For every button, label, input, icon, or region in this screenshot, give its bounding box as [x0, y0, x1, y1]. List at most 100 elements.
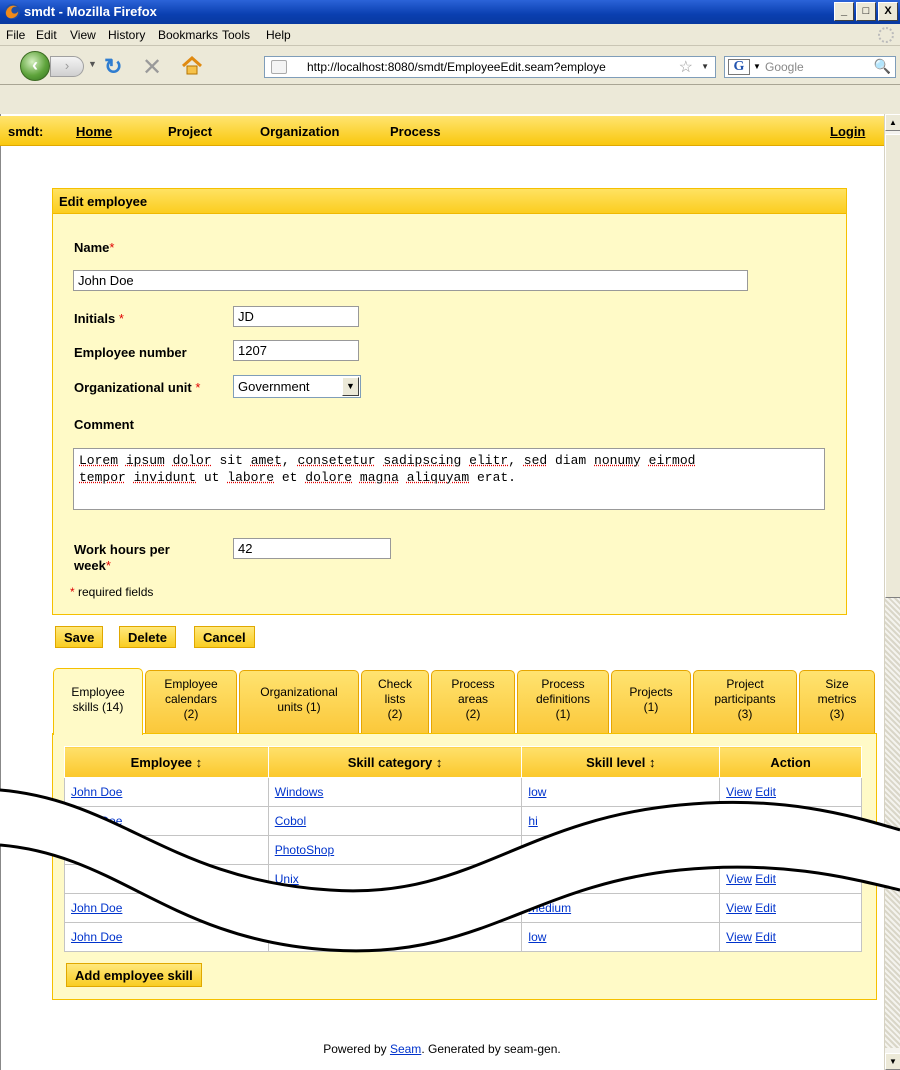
comment-line-1: Lorem ipsum dolor sit amet, consetetur s…	[79, 452, 819, 469]
app-navbar: smdt: Home Project Organization Process …	[0, 116, 884, 146]
url-dropdown-icon[interactable]: ▼	[701, 62, 709, 71]
page-footer: Powered by Seam. Generated by seam-gen.	[0, 1042, 884, 1056]
scroll-up-icon[interactable]: ▲	[885, 114, 900, 131]
view-link[interactable]: View	[726, 930, 752, 944]
nav-organization-link[interactable]: Organization	[260, 124, 339, 139]
tab-process-definitions[interactable]: Process definitions (1)	[517, 670, 609, 733]
minimize-button[interactable]: _	[834, 2, 854, 21]
login-link[interactable]: Login	[830, 124, 865, 139]
view-link[interactable]: View	[726, 843, 752, 857]
column-header-employee[interactable]: Employee ↕	[65, 747, 269, 778]
skill-level-link[interactable]: medium	[528, 901, 571, 915]
search-placeholder[interactable]: Google	[765, 60, 804, 74]
menu-bookmarks[interactable]: Bookmarks	[158, 28, 218, 42]
home-icon[interactable]	[180, 54, 204, 78]
org-unit-select[interactable]: Government ▼	[233, 375, 361, 398]
save-button[interactable]: Save	[55, 626, 103, 648]
skill-category-link[interactable]: PhotoShop	[275, 843, 334, 857]
history-dropdown-icon[interactable]: ▼	[88, 59, 97, 69]
view-link[interactable]: View	[726, 901, 752, 915]
skill-level-link[interactable]: hi	[528, 814, 537, 828]
tab-process-areas[interactable]: Process areas (2)	[431, 670, 515, 733]
tab-organizational-units[interactable]: Organizational units (1)	[239, 670, 359, 733]
column-header-skill-category[interactable]: Skill category ↕	[268, 747, 522, 778]
window-titlebar: smdt - Mozilla Firefox _ □ X	[0, 0, 900, 24]
tab-check-lists[interactable]: Check lists (2)	[361, 670, 429, 733]
nav-process-link[interactable]: Process	[390, 124, 441, 139]
address-bar[interactable]: http://localhost:8080/smdt/EmployeeEdit.…	[264, 56, 716, 78]
app-brand: smdt:	[8, 124, 43, 139]
skill-category-link[interactable]: Unix	[275, 872, 299, 886]
name-label: Name*	[74, 240, 114, 255]
maximize-button[interactable]: □	[856, 2, 876, 21]
site-identity-icon[interactable]	[271, 60, 287, 74]
tab-employee-calendars[interactable]: Employee calendars (2)	[145, 670, 237, 733]
nav-project-link[interactable]: Project	[168, 124, 212, 139]
tab-size-metrics[interactable]: Size metrics (3)	[799, 670, 875, 733]
search-icon[interactable]: 🔍	[874, 58, 891, 75]
skill-category-link[interactable]: Windows	[275, 785, 324, 799]
skill-level-link[interactable]: low	[528, 785, 546, 799]
back-button[interactable]: ‹	[20, 51, 50, 81]
view-link[interactable]: View	[726, 872, 752, 886]
nav-home-link[interactable]: Home	[76, 124, 112, 139]
table-row: John Doe medium View Edit	[65, 894, 862, 923]
chevron-down-icon[interactable]: ▼	[342, 377, 359, 396]
cancel-button[interactable]: Cancel	[194, 626, 255, 648]
scroll-thumb[interactable]	[885, 134, 900, 598]
edit-link[interactable]: Edit	[755, 843, 776, 857]
table-row: Unix medium View Edit	[65, 865, 862, 894]
menu-help[interactable]: Help	[266, 28, 291, 42]
search-box[interactable]: G ▼ Google 🔍	[724, 56, 896, 78]
employee-link[interactable]: John Doe	[71, 901, 122, 915]
seam-link[interactable]: Seam	[390, 1042, 421, 1056]
engine-dropdown-icon[interactable]: ▼	[753, 62, 761, 71]
employee-number-label: Employee number	[74, 345, 187, 360]
org-unit-label: Organizational unit *	[74, 380, 200, 395]
skill-category-link[interactable]: Cobol	[275, 814, 306, 828]
table-row: PhotoShop View Edit	[65, 836, 862, 865]
employee-link[interactable]: John Doe	[71, 785, 122, 799]
edit-link[interactable]: Edit	[755, 901, 776, 915]
skill-level-link[interactable]: low	[528, 930, 546, 944]
column-header-skill-level[interactable]: Skill level ↕	[522, 747, 720, 778]
edit-link[interactable]: Edit	[755, 785, 776, 799]
required-fields-note: * required fields	[70, 585, 153, 599]
scroll-track[interactable]	[885, 598, 900, 1048]
view-link[interactable]: View	[726, 785, 752, 799]
google-engine-icon[interactable]: G	[728, 59, 750, 75]
forward-button[interactable]: ›	[50, 56, 84, 77]
skill-level-link[interactable]: medium	[528, 872, 571, 886]
employee-link[interactable]: John Doe	[71, 814, 122, 828]
navigation-toolbar: › ‹ ▼ ↻ ✕ http://localhost:8080/smdt/Emp…	[0, 47, 900, 85]
table-header-row: Employee ↕ Skill category ↕ Skill level …	[65, 747, 862, 778]
menu-edit[interactable]: Edit	[36, 28, 57, 42]
employee-number-field[interactable]: 1207	[233, 340, 359, 361]
employee-link[interactable]: John Doe	[71, 930, 122, 944]
stop-icon[interactable]: ✕	[142, 53, 162, 82]
close-button[interactable]: X	[878, 2, 898, 21]
menu-history[interactable]: History	[108, 28, 145, 42]
edit-link[interactable]: Edit	[755, 872, 776, 886]
comment-textarea[interactable]: Lorem ipsum dolor sit amet, consetetur s…	[73, 448, 825, 510]
panel-title: Edit employee	[53, 189, 846, 214]
bookmark-star-icon[interactable]: ☆	[679, 57, 693, 77]
add-employee-skill-button[interactable]: Add employee skill	[66, 963, 202, 987]
edit-link[interactable]: Edit	[755, 930, 776, 944]
work-hours-field[interactable]: 42	[233, 538, 391, 559]
skill-category-link[interactable]: PHP	[275, 930, 300, 944]
menu-tools[interactable]: Tools	[222, 28, 250, 42]
comment-line-2: tempor invidunt ut labore et dolore magn…	[79, 469, 819, 486]
tab-project-participants[interactable]: Project participants (3)	[693, 670, 797, 733]
url-text[interactable]: http://localhost:8080/smdt/EmployeeEdit.…	[307, 60, 657, 74]
menu-view[interactable]: View	[70, 28, 96, 42]
reload-icon[interactable]: ↻	[104, 54, 122, 80]
menu-file[interactable]: File	[6, 28, 25, 42]
scroll-down-icon[interactable]: ▼	[885, 1053, 900, 1070]
tab-employee-skills[interactable]: Employee skills (14)	[53, 668, 143, 735]
vertical-scrollbar[interactable]: ▲ ▼	[884, 114, 900, 1070]
name-field[interactable]: John Doe	[73, 270, 748, 291]
tab-projects[interactable]: Projects (1)	[611, 670, 691, 733]
delete-button[interactable]: Delete	[119, 626, 176, 648]
initials-field[interactable]: JD	[233, 306, 359, 327]
